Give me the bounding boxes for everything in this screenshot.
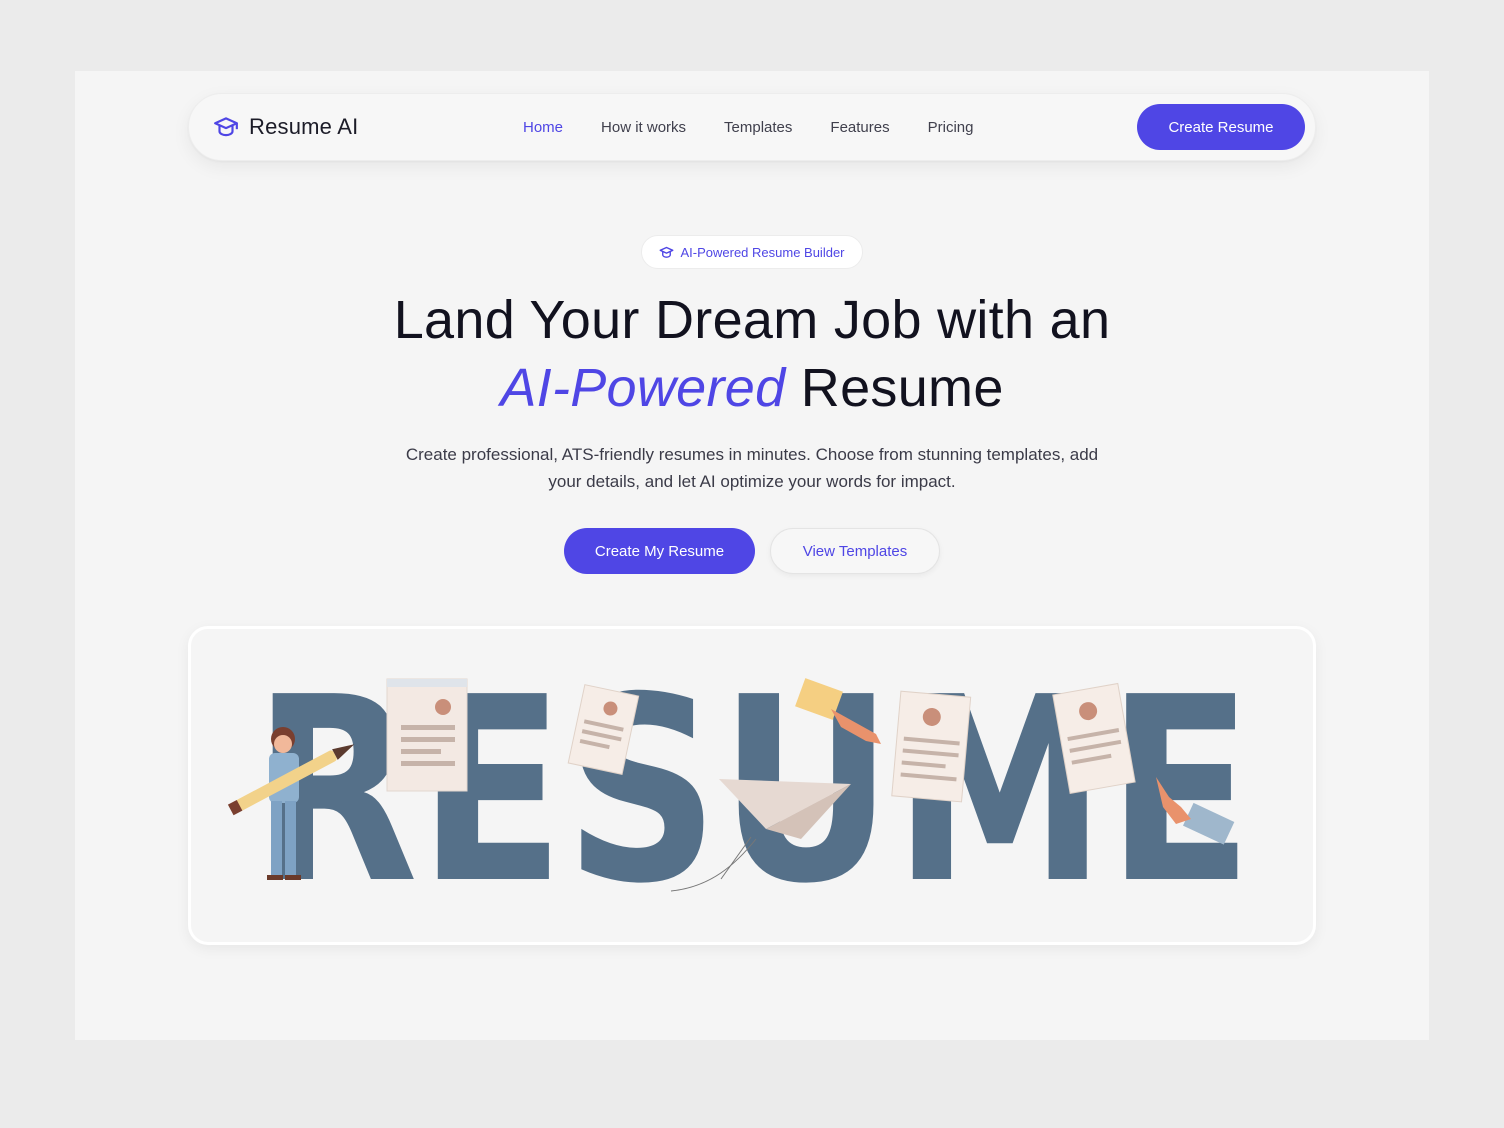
logo[interactable]: Resume AI [213,114,358,140]
resume-illustration: RESUME [227,643,1253,940]
nav-links: Home How it works Templates Features Pri… [523,118,1011,138]
badge-text: AI-Powered Resume Builder [680,244,845,260]
nav-link-how-it-works[interactable]: How it works [601,118,686,138]
hero-badge: AI-Powered Resume Builder [641,235,863,269]
nav-link-features[interactable]: Features [830,118,889,138]
graduation-cap-icon [214,117,238,137]
page-frame: Resume AI Home How it works Templates Fe… [75,71,1429,1040]
view-templates-button[interactable]: View Templates [770,528,940,574]
resume-document-3 [891,690,972,803]
nav-link-home[interactable]: Home [523,118,563,138]
hero-title-line2: AI-Powered Resume [75,357,1429,419]
hero-subtitle: Create professional, ATS-friendly resume… [405,445,1099,491]
graduation-cap-icon [660,246,674,258]
hero-title-accent: AI-Powered [500,358,786,418]
hero-title-rest: Resume [800,358,1004,418]
resume-document-1 [386,678,468,792]
nav-link-pricing[interactable]: Pricing [928,118,974,138]
create-my-resume-button[interactable]: Create My Resume [564,528,755,574]
illustration-card: RESUME [188,626,1316,945]
hero-title-line1: Land Your Dream Job with an [393,290,1111,350]
logo-text: Resume AI [249,114,359,139]
nav-link-templates[interactable]: Templates [724,118,792,138]
create-resume-button[interactable]: Create Resume [1137,104,1305,150]
top-navbar: Resume AI Home How it works Templates Fe… [188,93,1316,161]
